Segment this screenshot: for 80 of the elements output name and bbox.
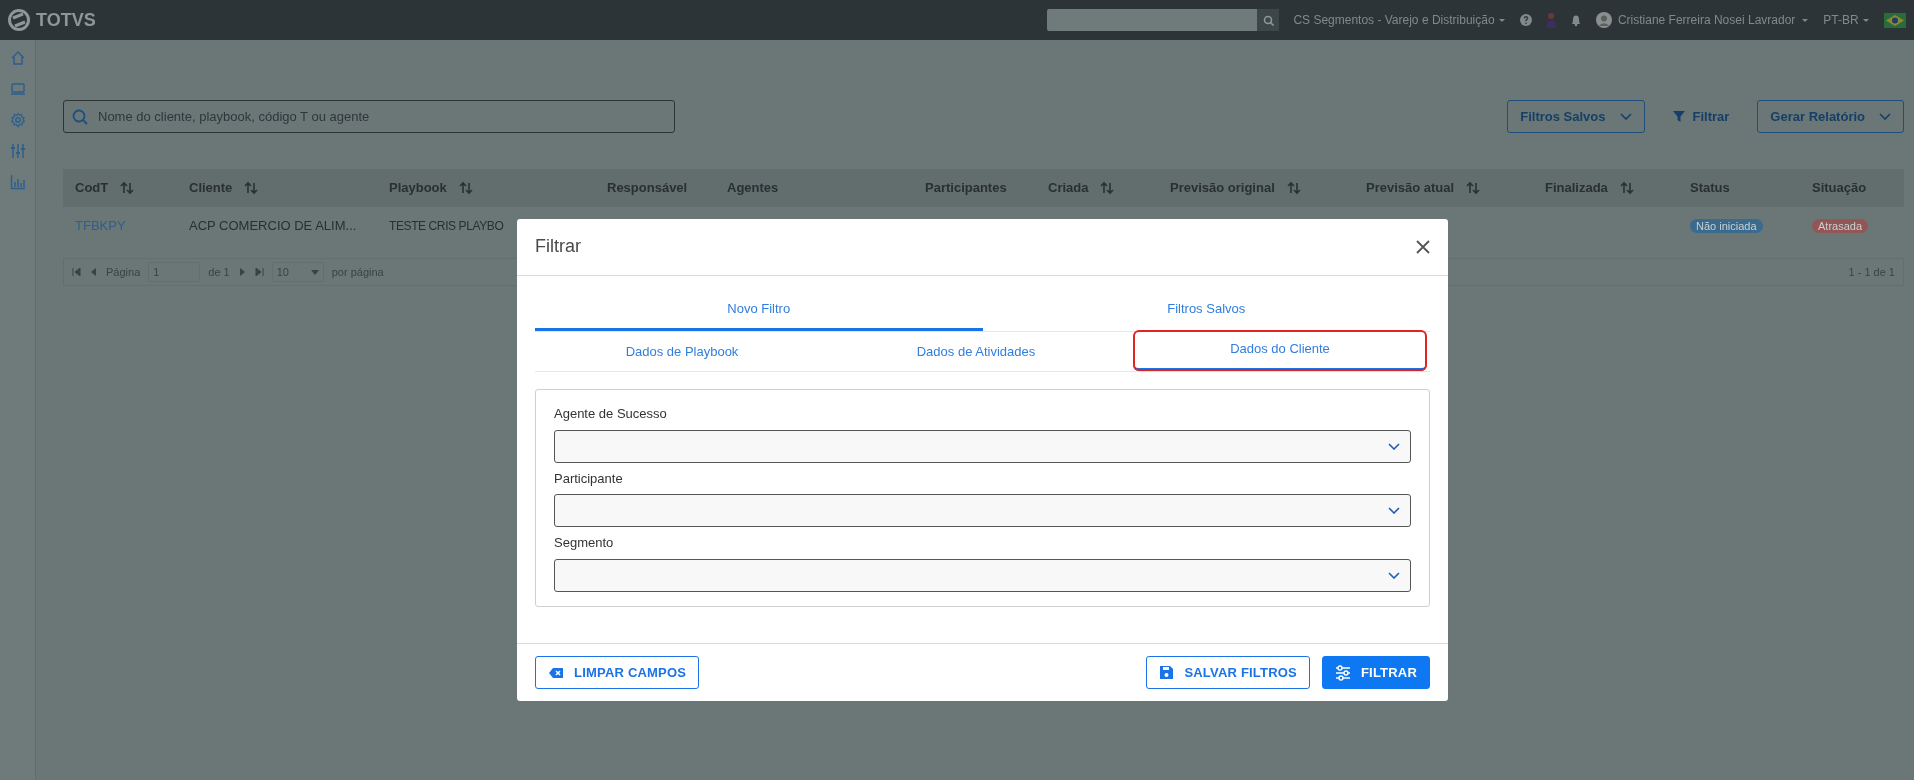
- search-field[interactable]: [1047, 9, 1258, 31]
- funnel-icon: [1672, 111, 1685, 122]
- close-icon: [1416, 240, 1430, 254]
- chevron-down-icon: [1619, 113, 1632, 120]
- search-button[interactable]: [1257, 9, 1280, 31]
- sort-icon: [120, 181, 135, 195]
- context-dropdown[interactable]: CS Segmentos - Varejo e Distribuição: [1293, 11, 1506, 29]
- home-icon[interactable]: [9, 50, 26, 66]
- sort-icon: [1286, 181, 1301, 195]
- app-logo: TOTVS: [8, 6, 96, 34]
- last-page-icon[interactable]: [254, 268, 264, 276]
- select-field[interactable]: [554, 429, 1411, 463]
- sort-icon: [1466, 181, 1481, 195]
- language-dropdown[interactable]: PT-BR: [1823, 11, 1870, 29]
- saved-filters-dropdown[interactable]: Filtros Salvos: [1507, 100, 1645, 133]
- dialog-button[interactable]: LIMPAR CAMPOS: [535, 656, 700, 689]
- gear-icon[interactable]: [9, 112, 26, 128]
- column-header: Finalizada: [1545, 179, 1608, 198]
- tab[interactable]: Dados de Atividades: [829, 335, 1123, 371]
- dialog-button[interactable]: FILTRAR: [1321, 656, 1430, 689]
- chevron-down-icon: [1879, 113, 1891, 120]
- tab[interactable]: Filtros Salvos: [982, 290, 1430, 331]
- search-icon: [1262, 14, 1274, 26]
- sort-icon: [1100, 181, 1115, 195]
- select-field[interactable]: [554, 558, 1411, 592]
- caret-icon: [310, 269, 319, 275]
- column-header: CodT: [75, 179, 109, 198]
- column-header: Responsável: [607, 179, 688, 198]
- column-header: Criada: [1048, 179, 1089, 198]
- column-header: Playbook: [389, 179, 447, 198]
- field-label: Participante: [554, 469, 624, 488]
- sliders-icon: [1334, 664, 1351, 681]
- search-icon: [72, 109, 88, 125]
- close-button[interactable]: [1416, 240, 1430, 254]
- status-pill: Atrasada: [1812, 219, 1869, 234]
- caret-icon: [1862, 18, 1870, 24]
- help-icon[interactable]: [1519, 14, 1532, 26]
- select-field[interactable]: [554, 494, 1411, 527]
- person-icon[interactable]: [1545, 12, 1556, 28]
- chevron-down-icon: [1388, 507, 1400, 514]
- sort-icon: [1619, 181, 1634, 195]
- column-header: Agentes: [727, 179, 779, 198]
- sliders-icon[interactable]: [9, 143, 26, 159]
- sort-icon: [458, 181, 473, 195]
- bell-icon[interactable]: [1569, 13, 1582, 27]
- search-field[interactable]: Nome do cliente, playbook, código T ou agente: [63, 100, 675, 133]
- user-menu[interactable]: Cristiane Ferreira Nosei Lavrador: [1595, 11, 1810, 29]
- column-header: Participantes: [925, 179, 1007, 198]
- table-cell: TESTE CRIS PLAYBO: [389, 219, 504, 233]
- column-header: Cliente: [189, 179, 233, 198]
- tab[interactable]: Novo Filtro: [535, 290, 983, 331]
- column-header: Status: [1690, 179, 1730, 198]
- column-header: Previsão original: [1170, 179, 1275, 198]
- sort-icon: [244, 181, 259, 195]
- dialog-button[interactable]: SALVAR FILTROS: [1146, 656, 1310, 689]
- field-label: Agente de Sucesso: [554, 405, 668, 423]
- previous-page-icon[interactable]: [89, 268, 98, 276]
- logo-icon: [8, 9, 30, 31]
- caret-icon: [1801, 17, 1810, 23]
- chevron-down-icon: [1388, 442, 1400, 450]
- bar-chart-icon[interactable]: [9, 174, 26, 190]
- next-page-icon[interactable]: [237, 268, 247, 276]
- save-icon: [1159, 665, 1175, 680]
- column-header: Situação: [1812, 179, 1867, 198]
- filter-button[interactable]: Filtrar: [1666, 105, 1736, 128]
- caret-icon: [1497, 18, 1506, 24]
- monitor-icon[interactable]: [9, 81, 26, 97]
- status-pill: Não iniciada: [1690, 219, 1763, 234]
- avatar-icon: [1595, 12, 1612, 28]
- tab[interactable]: Dados de Playbook: [535, 335, 829, 371]
- table-cell: ACP COMERCIO DE ALIM...: [189, 218, 357, 234]
- first-page-icon[interactable]: [72, 268, 81, 276]
- eraser-icon: [548, 665, 564, 680]
- report-dropdown[interactable]: Gerar Relatório: [1757, 100, 1904, 133]
- dialog-title: Filtrar: [535, 236, 581, 258]
- flag-icon[interactable]: [1884, 12, 1906, 28]
- tab[interactable]: Dados do Cliente: [1133, 330, 1427, 371]
- chevron-down-icon: [1388, 571, 1400, 579]
- column-header: Previsão atual: [1366, 179, 1455, 198]
- field-label: Segmento: [554, 534, 615, 552]
